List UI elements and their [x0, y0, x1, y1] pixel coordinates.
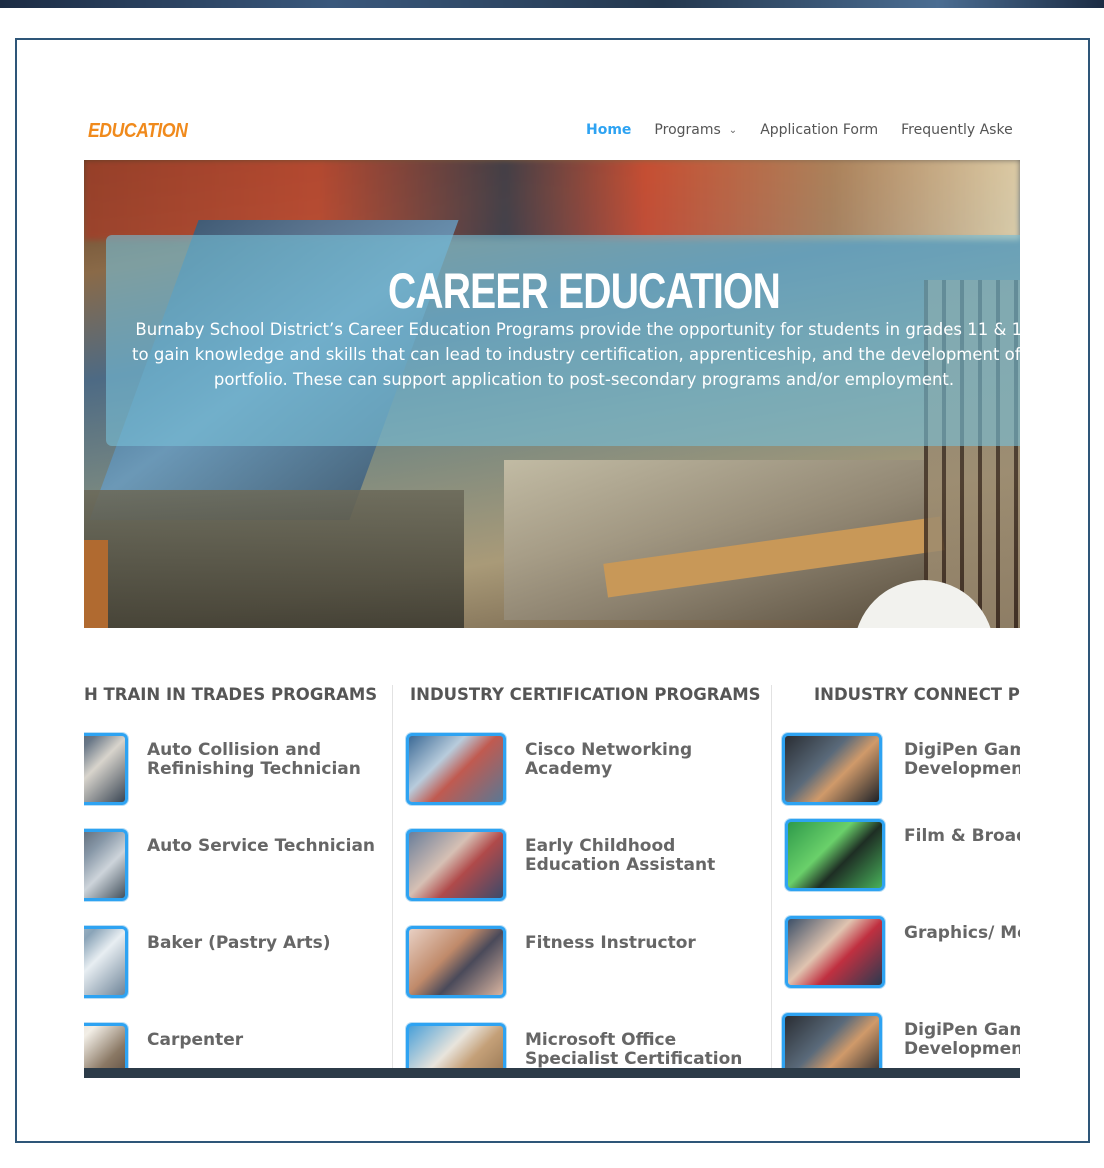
- hero-title: CAREER EDUCATION: [388, 263, 781, 319]
- hero-banner: CAREER EDUCATION Burnaby School District…: [84, 160, 1020, 628]
- nav-home[interactable]: Home: [586, 122, 631, 138]
- program-label: Film & Broad: [904, 826, 1020, 846]
- column-heading-connect: INDUSTRY CONNECT PI: [814, 685, 1020, 704]
- program-label: Carpenter: [147, 1030, 244, 1050]
- bakery-photo-icon: [84, 926, 128, 998]
- program-label: DigiPen Gam Developmen: [904, 740, 1020, 779]
- column-heading-trades: H TRAIN IN TRADES PROGRAMS: [84, 685, 378, 704]
- film-photo-icon: [785, 819, 885, 891]
- hero-description: Burnaby School District’s Career Educati…: [132, 320, 1020, 389]
- program-label: Auto Service Technician: [147, 836, 376, 856]
- nav-application-form[interactable]: Application Form: [760, 122, 878, 138]
- student-network-photo-icon: [406, 733, 506, 805]
- program-label: Baker (Pastry Arts): [147, 933, 331, 953]
- children-photo-icon: [406, 829, 506, 901]
- program-label: Early Childhood Education Assistant: [525, 836, 716, 875]
- chevron-down-icon: ⌄: [728, 124, 738, 136]
- program-label: Fitness Instructor: [525, 933, 696, 953]
- mechanic-photo-icon: [84, 829, 128, 901]
- program-label: Graphics/ Me: [904, 923, 1020, 943]
- nav-programs[interactable]: Programs ⌄: [654, 122, 737, 138]
- nav-faq[interactable]: Frequently Aske: [901, 122, 1013, 138]
- program-columns: H TRAIN IN TRADES PROGRAMS Auto Collisio…: [84, 685, 1020, 1078]
- column-divider: [392, 685, 393, 1078]
- main-navigation: Home Programs ⌄ Application Form Frequen…: [586, 122, 1020, 138]
- site-logo[interactable]: EDUCATION: [88, 120, 188, 143]
- program-label: Microsoft Office Specialist Certification: [525, 1030, 743, 1069]
- nav-programs-label: Programs: [654, 122, 721, 138]
- fitness-photo-icon: [406, 926, 506, 998]
- game-dev-photo-icon: [782, 733, 882, 805]
- nav-home-label: Home: [586, 122, 632, 138]
- column-divider: [771, 685, 772, 1078]
- bottom-dark-bar: [84, 1068, 1020, 1078]
- column-heading-certification: INDUSTRY CERTIFICATION PROGRAMS: [410, 685, 761, 704]
- nav-faq-label: Frequently Aske: [901, 122, 1013, 138]
- column-connect: INDUSTRY CONNECT PI DigiPen Gam Developme…: [782, 685, 1020, 1078]
- graphics-photo-icon: [785, 916, 885, 988]
- program-label: Auto Collision and Refinishing Technician: [147, 740, 361, 779]
- column-certification: INDUSTRY CERTIFICATION PROGRAMS Cisco Ne…: [406, 685, 770, 1078]
- program-label: Cisco Networking Academy: [525, 740, 693, 779]
- program-label: DigiPen Gam Developmen: [904, 1020, 1020, 1059]
- top-background-strip: [0, 0, 1104, 8]
- nav-application-form-label: Application Form: [760, 122, 879, 138]
- column-trades: H TRAIN IN TRADES PROGRAMS Auto Collisio…: [84, 685, 384, 1078]
- website-viewport: EDUCATION Home Programs ⌄ Application Fo…: [84, 100, 1020, 1078]
- technician-photo-icon: [84, 733, 128, 805]
